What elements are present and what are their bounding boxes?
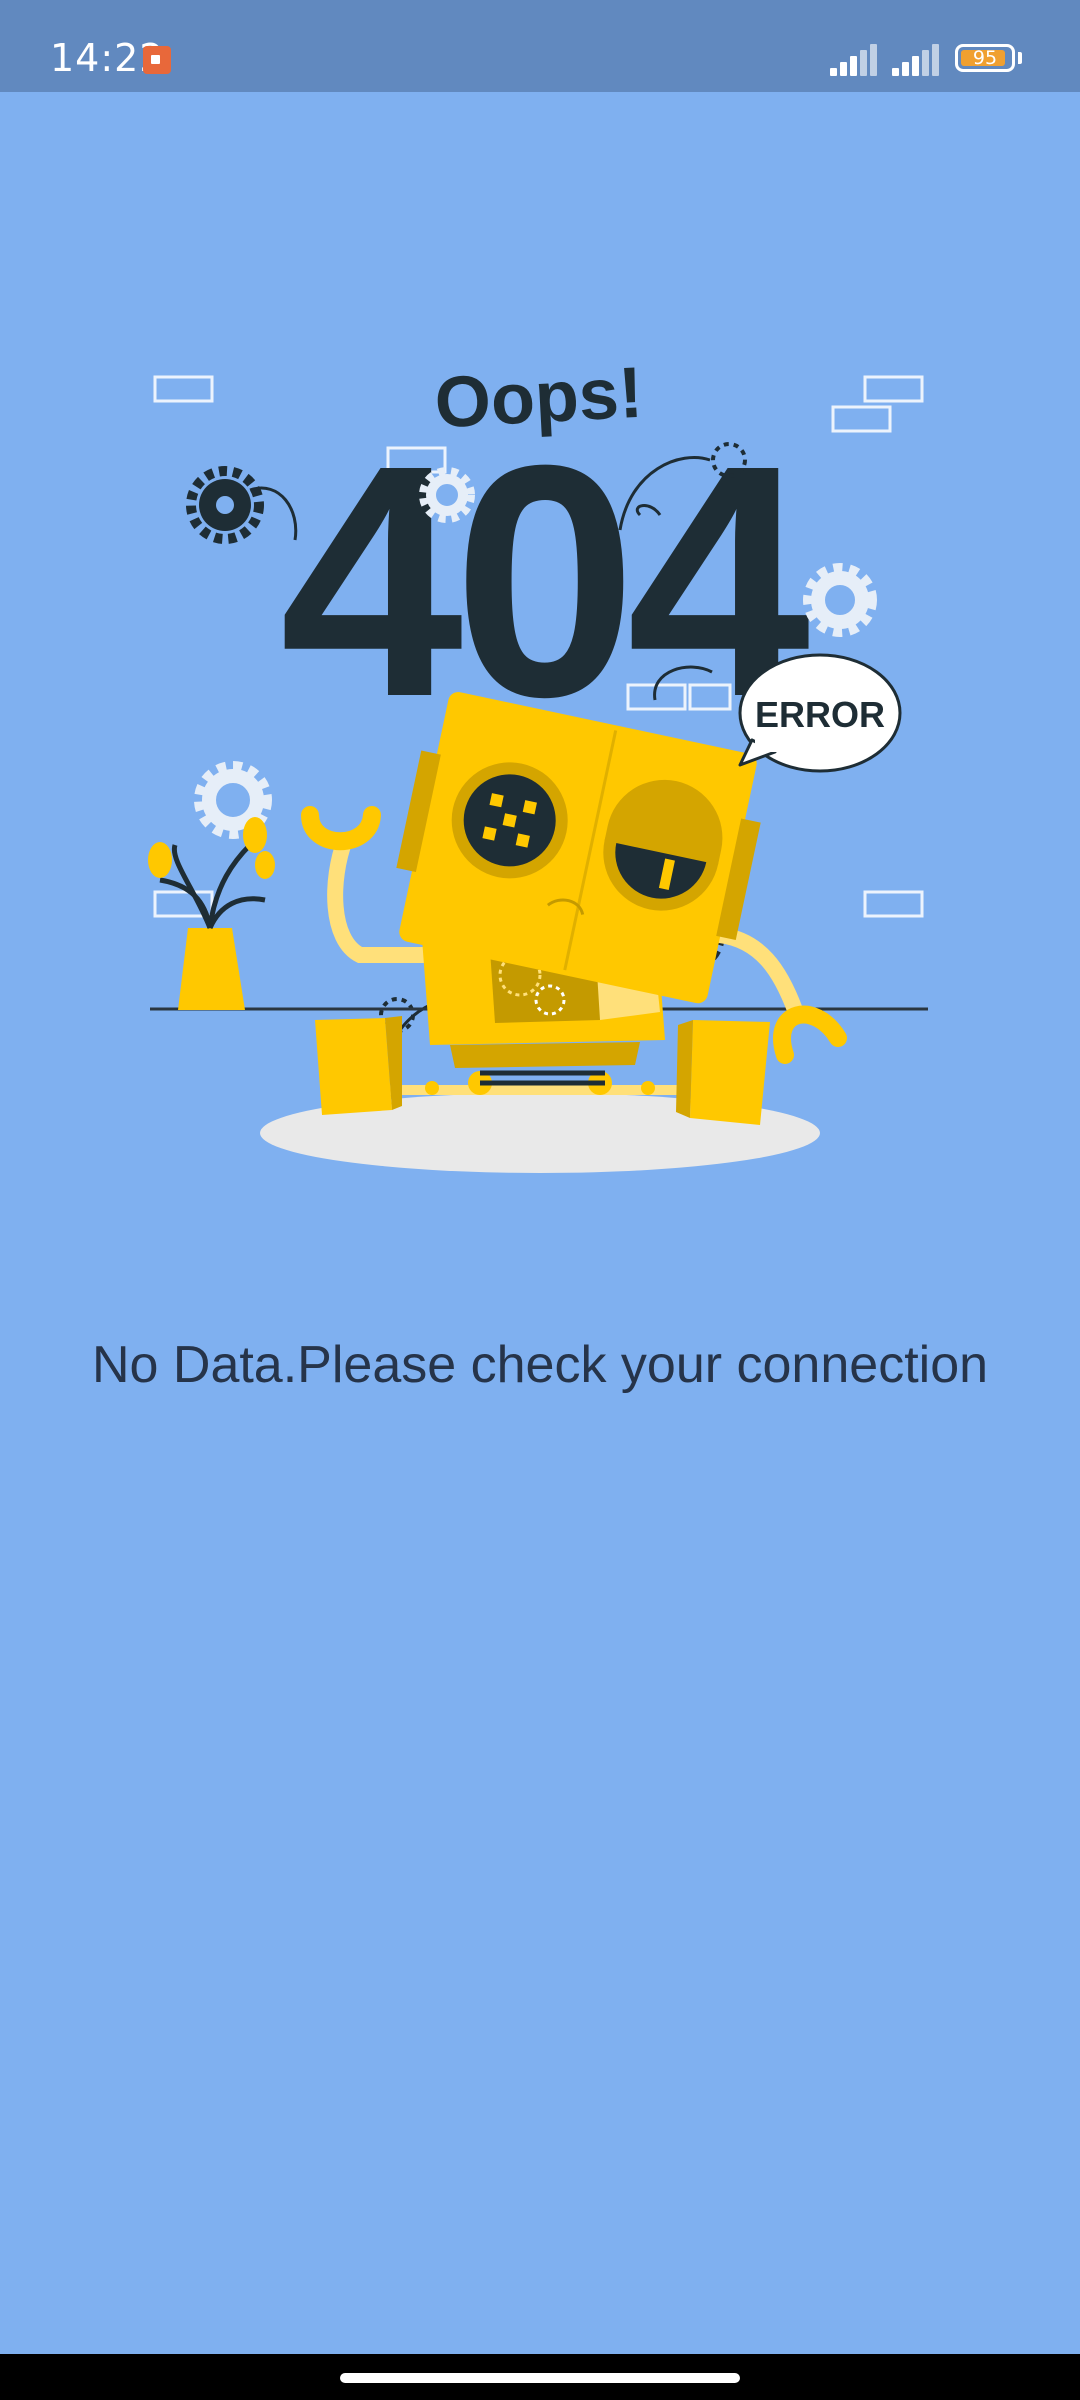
error-404-illustration: Oops! 404 ERROR: [148, 353, 928, 1173]
gear-icon: [803, 563, 877, 637]
no-data-message: No Data.Please check your connection: [91, 1336, 989, 1394]
battery-level: 95: [972, 47, 998, 69]
error-speech-bubble: ERROR: [738, 653, 902, 773]
plant-illustration: [148, 817, 275, 1010]
battery-icon: 95: [955, 44, 1015, 72]
home-indicator[interactable]: [340, 2373, 740, 2383]
screen-record-icon: [143, 46, 171, 74]
gear-icon: [186, 466, 264, 544]
battery-tip: [1018, 52, 1022, 64]
signal-icon: [830, 44, 880, 76]
error-code-text: 404: [280, 396, 813, 765]
signal-icon: [892, 44, 942, 76]
error-bubble-text: ERROR: [755, 694, 885, 735]
status-bar: 14:22 95: [0, 0, 1080, 92]
